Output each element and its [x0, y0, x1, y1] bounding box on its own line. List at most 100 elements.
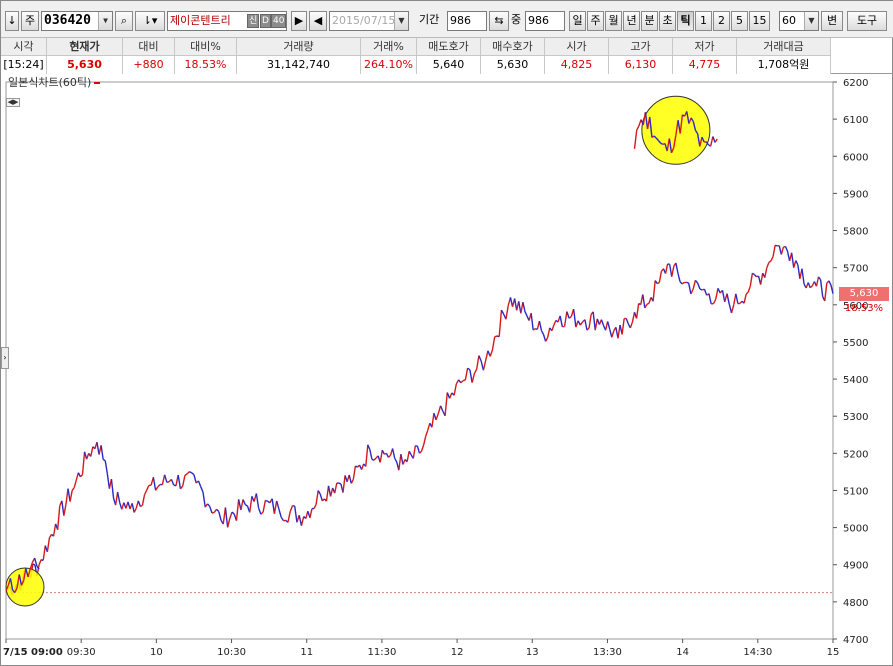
- date-dropdown-icon[interactable]: ▼: [394, 12, 408, 30]
- quote-value-cell: 31,142,740: [237, 56, 361, 74]
- date-input[interactable]: 2015/07/15 ▼: [329, 11, 409, 31]
- quote-value-cell: 4,825: [545, 56, 609, 74]
- market-button[interactable]: 주: [21, 11, 39, 31]
- x-tick-label: 12: [451, 647, 464, 658]
- quote-value-cell: 5,640: [417, 56, 481, 74]
- double-arrow-icon: ◀▶: [7, 98, 19, 106]
- quote-header-cell: 시가: [545, 38, 609, 56]
- quote-value-cell: 4,775: [673, 56, 737, 74]
- timeframe-button[interactable]: 주: [587, 11, 604, 31]
- x-tick-label: 10:30: [217, 647, 246, 658]
- timeframe-button[interactable]: 월: [605, 11, 622, 31]
- tools-button[interactable]: 도구: [847, 11, 887, 31]
- quote-header-row: 시각 현재가 대비 대비% 거래량 거래% 매도호가 매수호가 시가 고가 저가 거래대금: [1, 38, 831, 56]
- timeframe-button[interactable]: 초: [659, 11, 676, 31]
- chart-legend: 일본식차트(60틱): [8, 74, 101, 90]
- y-tick-label: 6100: [843, 115, 868, 126]
- timeframe-button[interactable]: 틱: [677, 11, 694, 31]
- legend-line-icon: [94, 82, 101, 84]
- y-tick-label: 5500: [843, 338, 868, 349]
- ratio-tag: D: [260, 14, 271, 28]
- quote-value-cell: 264.10%: [361, 56, 417, 74]
- price-segment: [211, 511, 215, 514]
- price-chart[interactable]: 4700480049005000510052005300540055005600…: [1, 74, 892, 666]
- y-tick-label: 5200: [843, 449, 868, 460]
- timeframe-button[interactable]: 분: [641, 11, 658, 31]
- price-segment: [338, 482, 342, 485]
- list-icon: ⇂▾: [142, 14, 158, 27]
- overlap-input[interactable]: 986: [525, 11, 565, 31]
- x-tick-label: 09:30: [67, 647, 96, 658]
- x-tick-label: 7/15 09:00: [3, 647, 63, 658]
- back-icon: ◀: [313, 14, 323, 27]
- scroll-button[interactable]: ◀▶: [6, 98, 20, 107]
- arrow-button[interactable]: ↓: [5, 11, 19, 31]
- chart-title: 일본식차트(60틱): [8, 76, 92, 89]
- chevron-right-icon: ›: [3, 353, 7, 362]
- overflow-button[interactable]: 변: [821, 11, 843, 31]
- y-tick-label: 5000: [843, 524, 868, 535]
- period-input[interactable]: 986: [447, 11, 487, 31]
- x-tick-label: 14: [676, 647, 689, 658]
- quote-value-cell: 1,708억원: [737, 56, 831, 74]
- quote-header-cell: 고가: [609, 38, 673, 56]
- y-tick-label: 4700: [843, 635, 868, 646]
- y-tick-label: 5100: [843, 486, 868, 497]
- list-button[interactable]: ⇂▾: [135, 11, 165, 31]
- y-tick-label: 5400: [843, 375, 868, 386]
- expand-panel-button[interactable]: ›: [1, 347, 9, 369]
- y-tick-label: 4900: [843, 561, 868, 572]
- x-tick-label: 11:30: [367, 647, 396, 658]
- quote-value-cell: 6,130: [609, 56, 673, 74]
- code-dropdown-icon[interactable]: ▼: [98, 12, 112, 30]
- code-input[interactable]: 036420 ▼: [41, 11, 113, 31]
- sync-button[interactable]: ⇆: [489, 11, 509, 31]
- y-tick-label: 4800: [843, 598, 868, 609]
- price-segment: [462, 379, 466, 382]
- margin-tag: 40: [271, 14, 287, 28]
- y-tick-label: 5800: [843, 227, 868, 238]
- x-tick-label: 11: [300, 647, 313, 658]
- x-tick-label: 13: [526, 647, 539, 658]
- timeframe-button[interactable]: 15: [749, 11, 770, 31]
- timeframe-button[interactable]: 1: [695, 11, 712, 31]
- sync-icon: ⇆: [494, 14, 504, 27]
- quote-value-cell: +880: [123, 56, 175, 74]
- y-tick-label: 5700: [843, 264, 868, 275]
- code-value: 036420: [44, 13, 91, 28]
- last-price-tag: 5,630: [839, 287, 889, 301]
- quote-header-cell: 거래대금: [737, 38, 831, 56]
- y-tick-label: 5300: [843, 412, 868, 423]
- name-value: 제이콘텐트리: [170, 14, 231, 27]
- name-field[interactable]: 제이콘텐트리 신 D 40: [167, 11, 287, 31]
- x-tick-label: 14:30: [743, 647, 772, 658]
- price-segment: [32, 563, 36, 566]
- price-segment: [166, 481, 170, 484]
- x-tick-label: 10: [150, 647, 163, 658]
- next-button[interactable]: ▶: [291, 11, 307, 31]
- tick-select[interactable]: 60 ▼: [779, 11, 819, 31]
- credit-tag: 신: [247, 14, 260, 28]
- quote-header-cell: 매수호가: [481, 38, 545, 56]
- timeframe-button[interactable]: 5: [731, 11, 748, 31]
- quote-header-cell: 시각: [1, 38, 47, 56]
- quote-header-cell: 대비%: [175, 38, 237, 56]
- prev-button[interactable]: ◀: [309, 11, 327, 31]
- timeframe-button[interactable]: 2: [713, 11, 730, 31]
- tick-dropdown-icon[interactable]: ▼: [804, 12, 818, 30]
- toolbar: ↓ 주 036420 ▼ ⌕ ⇂▾ 제이콘텐트리 신 D 40 ▶ ◀ 2015…: [1, 1, 893, 38]
- timeframe-button[interactable]: 년: [623, 11, 640, 31]
- quote-value-cell: 5,630: [481, 56, 545, 74]
- chart-window: ↓ 주 036420 ▼ ⌕ ⇂▾ 제이콘텐트리 신 D 40 ▶ ◀ 2015…: [0, 0, 893, 666]
- plot-area: [5, 81, 834, 640]
- timeframe-button[interactable]: 일: [569, 11, 586, 31]
- quote-value-cell: [15:24]: [1, 56, 47, 74]
- y-tick-label: 5900: [843, 189, 868, 200]
- search-button[interactable]: ⌕: [115, 11, 133, 31]
- price-segment: [265, 499, 268, 502]
- y-tick-label: 6000: [843, 152, 868, 163]
- price-segment: [494, 335, 498, 338]
- x-tick-label: 15: [827, 647, 840, 658]
- quote-table: 시각 현재가 대비 대비% 거래량 거래% 매도호가 매수호가 시가 고가 저가 거래대금 [15:2…: [1, 38, 893, 74]
- price-segment: [686, 281, 689, 284]
